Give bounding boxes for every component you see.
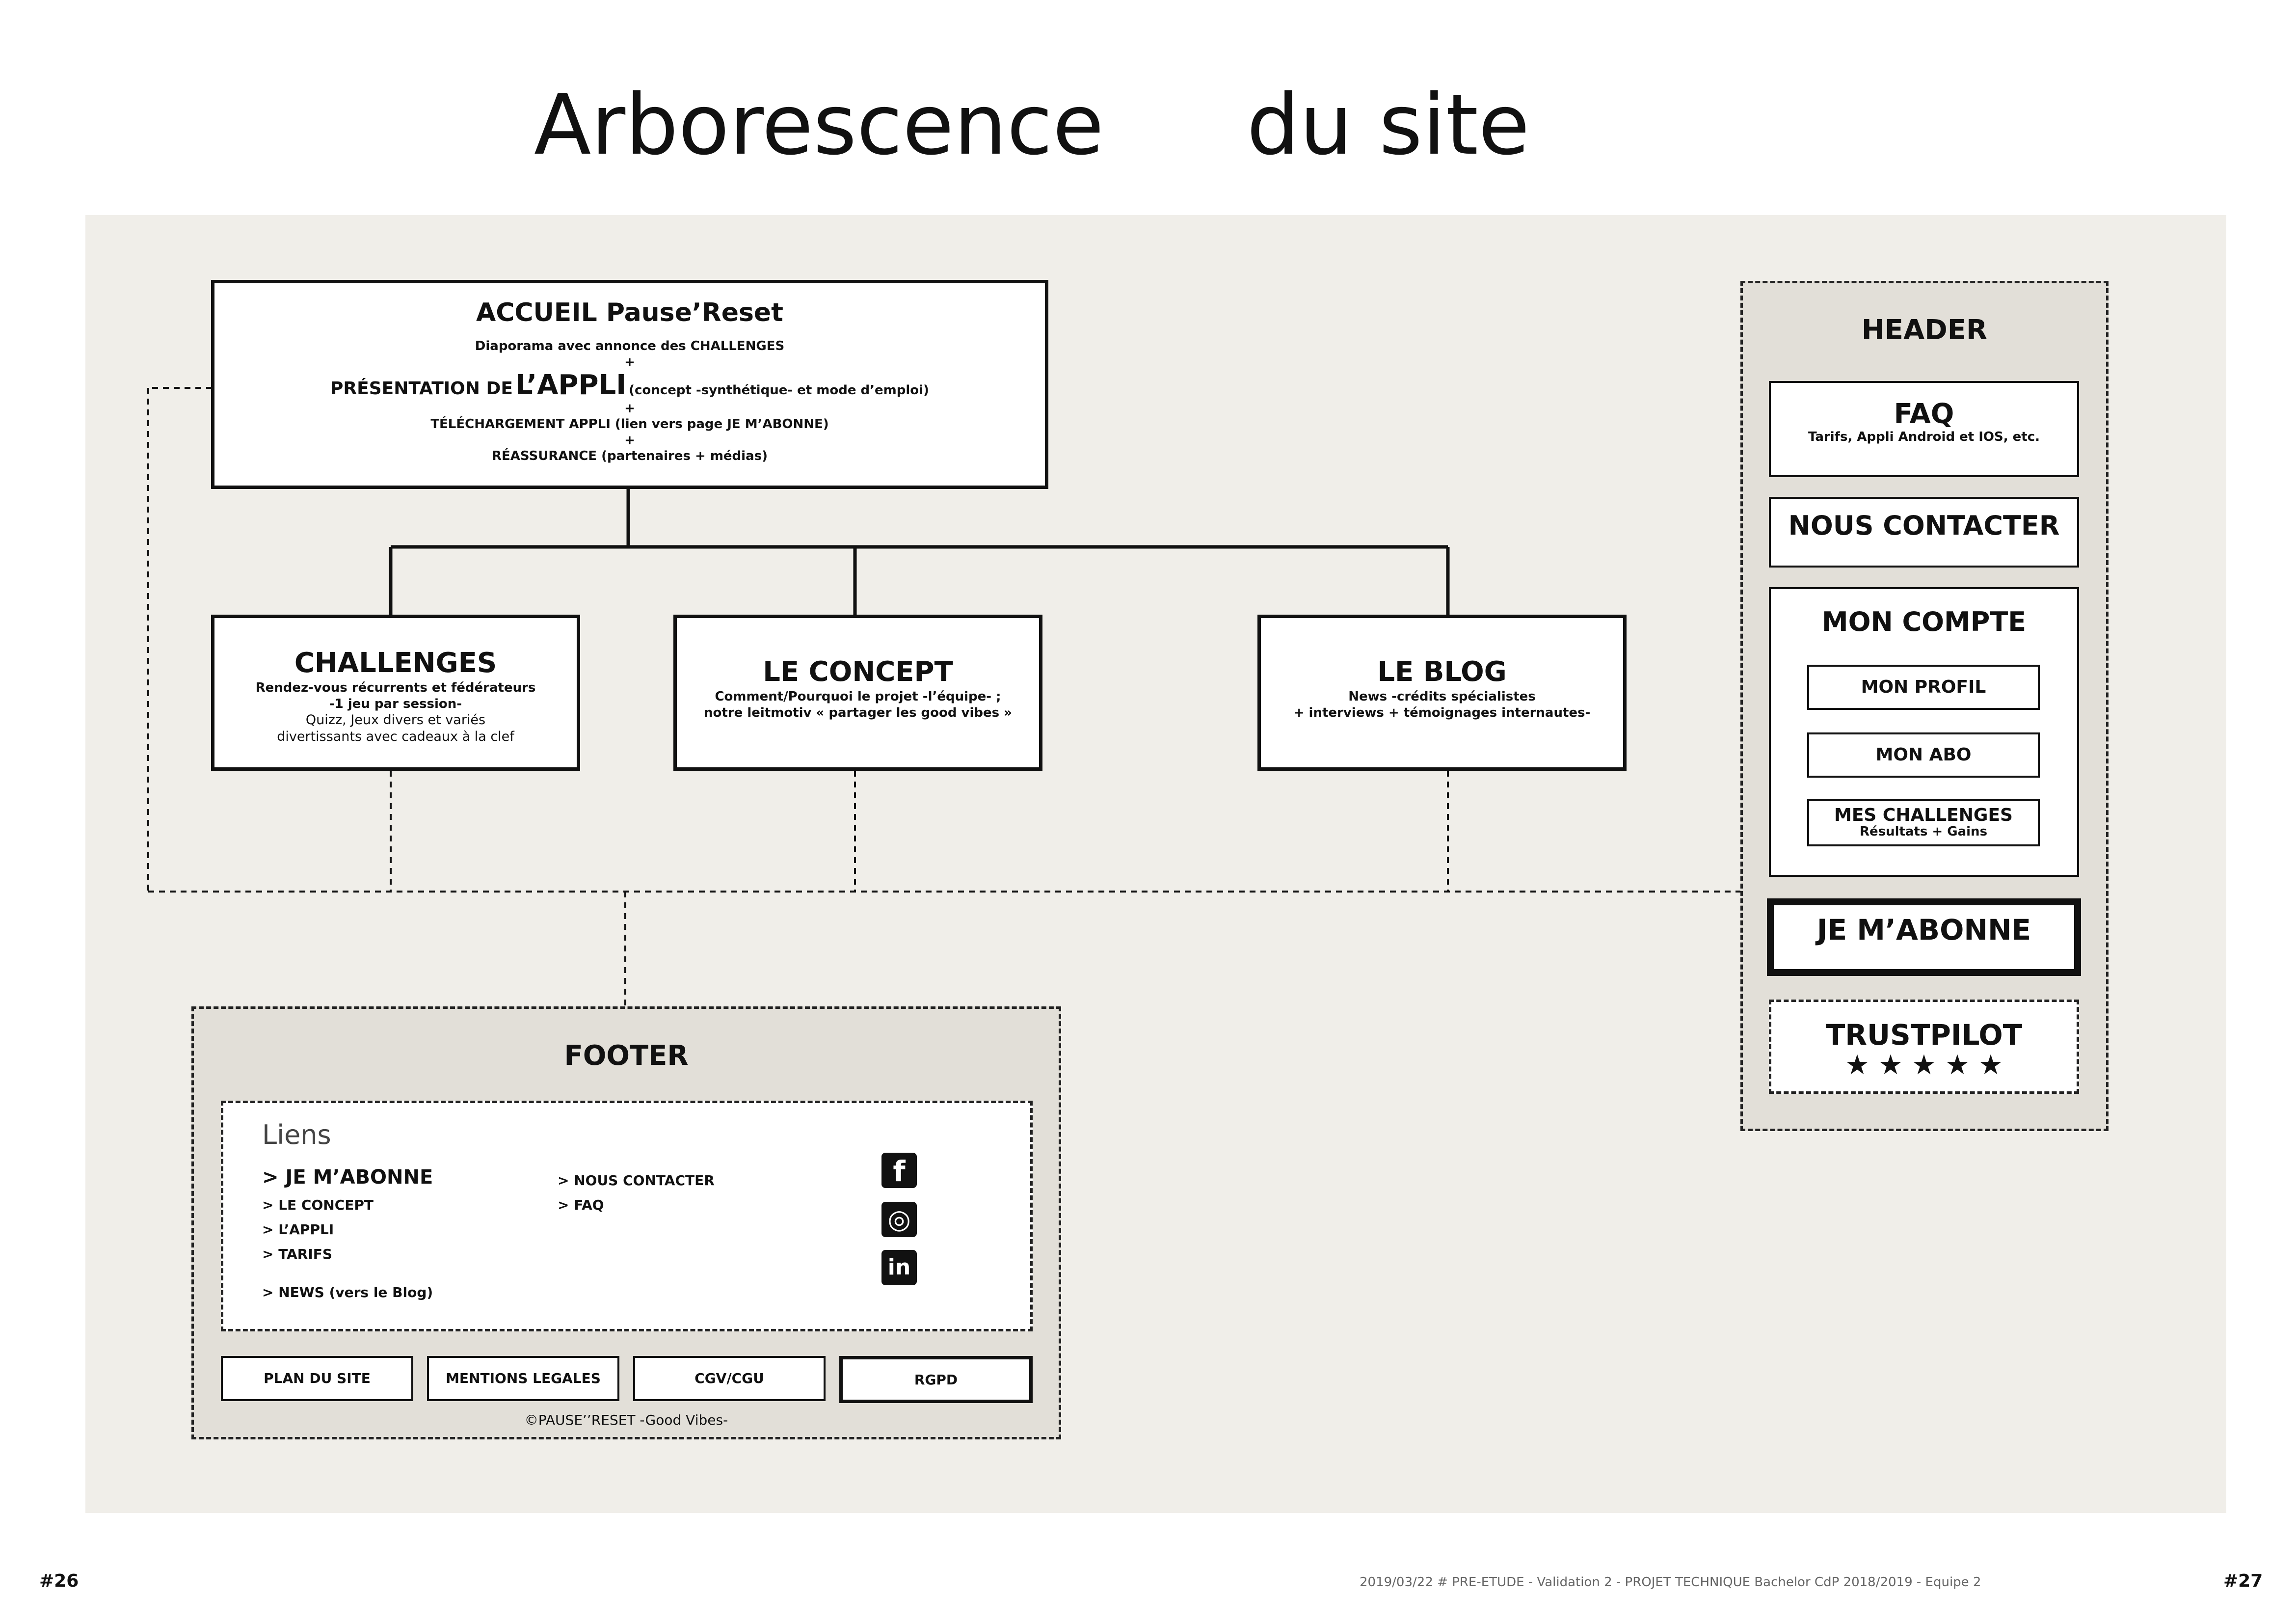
home-plus1: +: [624, 354, 635, 370]
faq-box: FAQ Tarifs, Appli Android et IOS, etc.: [1769, 381, 2079, 477]
link-subscribe[interactable]: > JE M’ABONNE: [262, 1166, 433, 1189]
link-concept[interactable]: > LE CONCEPT: [262, 1197, 374, 1213]
home-pres-big: L’APPLI: [515, 369, 627, 401]
account-title: MON COMPTE: [1821, 606, 2027, 637]
page-footer-text: 2019/03/22 # PRE-ETUDE - Validation 2 - …: [1360, 1575, 1981, 1590]
home-box: ACCUEIL Pause’Reset Diaporama avec annon…: [211, 280, 1048, 489]
challenges-title: CHALLENGES: [294, 647, 497, 679]
cgv-cgu-button[interactable]: CGV/CGU: [633, 1356, 826, 1401]
home-line3: TÉLÉCHARGEMENT APPLI (lien vers page JE …: [430, 417, 829, 432]
home-pres-suffix: (concept -synthétique- et mode d’emploi): [629, 383, 929, 398]
subscribe-label: JE M’ABONNE: [1816, 913, 2031, 947]
concept-desc2: notre leitmotiv « partager les good vibe…: [704, 705, 1012, 720]
link-news[interactable]: > NEWS (vers le Blog): [262, 1284, 433, 1300]
linkedin-icon[interactable]: in: [881, 1250, 917, 1285]
trustpilot-title: TRUSTPILOT: [1825, 1018, 2023, 1052]
legal-mentions-button[interactable]: MENTIONS LEGALES: [427, 1356, 619, 1401]
link-app[interactable]: > L’APPLI: [262, 1221, 334, 1238]
copyright: ©PAUSE’’RESET -Good Vibes-: [524, 1412, 728, 1428]
blog-box: LE BLOG News -crédits spécialistes + int…: [1257, 615, 1627, 771]
header-title: HEADER: [1861, 314, 1988, 346]
subscribe-box: JE M’ABONNE: [1767, 898, 2081, 976]
my-challenges-label: MES CHALLENGES: [1834, 805, 2013, 825]
contact-title: NOUS CONTACTER: [1788, 510, 2060, 541]
links-title: Liens: [262, 1119, 331, 1150]
concept-box: LE CONCEPT Comment/Pourquoi le projet -l…: [673, 615, 1042, 771]
faq-title: FAQ: [1894, 398, 1954, 430]
challenges-box: CHALLENGES Rendez-vous récurrents et féd…: [211, 615, 580, 771]
concept-title: LE CONCEPT: [763, 656, 953, 688]
challenges-desc2: -1 jeu par session-: [329, 696, 462, 711]
my-challenges-item: MES CHALLENGES Résultats + Gains: [1807, 799, 2040, 846]
home-plus3: +: [624, 433, 635, 448]
my-challenges-desc: Résultats + Gains: [1859, 824, 1988, 839]
home-title: ACCUEIL Pause’Reset: [476, 298, 784, 327]
link-pricing[interactable]: > TARIFS: [262, 1246, 332, 1262]
blog-title: LE BLOG: [1377, 656, 1507, 688]
trustpilot-stars: ★ ★ ★ ★ ★: [1844, 1049, 2003, 1081]
home-line4: RÉASSURANCE (partenaires + médias): [492, 449, 768, 464]
page-number-right: #27: [2223, 1571, 2263, 1591]
footer-title: FOOTER: [564, 1040, 689, 1072]
facebook-icon[interactable]: f: [881, 1153, 917, 1188]
concept-desc1: Comment/Pourquoi le projet -l’équipe- ;: [715, 689, 1001, 704]
instagram-icon[interactable]: ◎: [881, 1202, 917, 1237]
home-plus2: +: [624, 401, 635, 416]
link-contact[interactable]: > NOUS CONTACTER: [558, 1172, 715, 1189]
rgpd-button[interactable]: RGPD: [839, 1356, 1033, 1403]
sitemap-button[interactable]: PLAN DU SITE: [221, 1356, 413, 1401]
blog-desc1: News -crédits spécialistes: [1348, 689, 1536, 704]
link-faq[interactable]: > FAQ: [558, 1197, 604, 1213]
trustpilot-box: TRUSTPILOT ★ ★ ★ ★ ★: [1769, 1000, 2079, 1094]
home-line1: Diaporama avec annonce des CHALLENGES: [475, 339, 785, 353]
challenges-desc3: Quizz, Jeux divers et variés: [305, 712, 486, 728]
abo-item: MON ABO: [1807, 732, 2040, 778]
home-pres-prefix: PRÉSENTATION DE: [330, 379, 513, 399]
faq-desc: Tarifs, Appli Android et IOS, etc.: [1808, 430, 2040, 444]
blog-desc2: + interviews + témoignages internautes-: [1293, 705, 1591, 720]
page-number-left: #26: [39, 1571, 79, 1591]
instagram-glyph: ◎: [887, 1204, 911, 1235]
contact-box: NOUS CONTACTER: [1769, 497, 2079, 568]
profile-item: MON PROFIL: [1807, 665, 2040, 710]
linkedin-glyph: in: [887, 1255, 911, 1280]
profile-label: MON PROFIL: [1861, 677, 1986, 697]
challenges-desc1: Rendez-vous récurrents et fédérateurs: [255, 680, 536, 695]
home-presentation: PRÉSENTATION DE L’APPLI (concept -synthé…: [214, 370, 1045, 401]
facebook-glyph: f: [893, 1155, 906, 1188]
challenges-desc4: divertissants avec cadeaux à la clef: [277, 729, 514, 744]
abo-label: MON ABO: [1875, 745, 1972, 765]
